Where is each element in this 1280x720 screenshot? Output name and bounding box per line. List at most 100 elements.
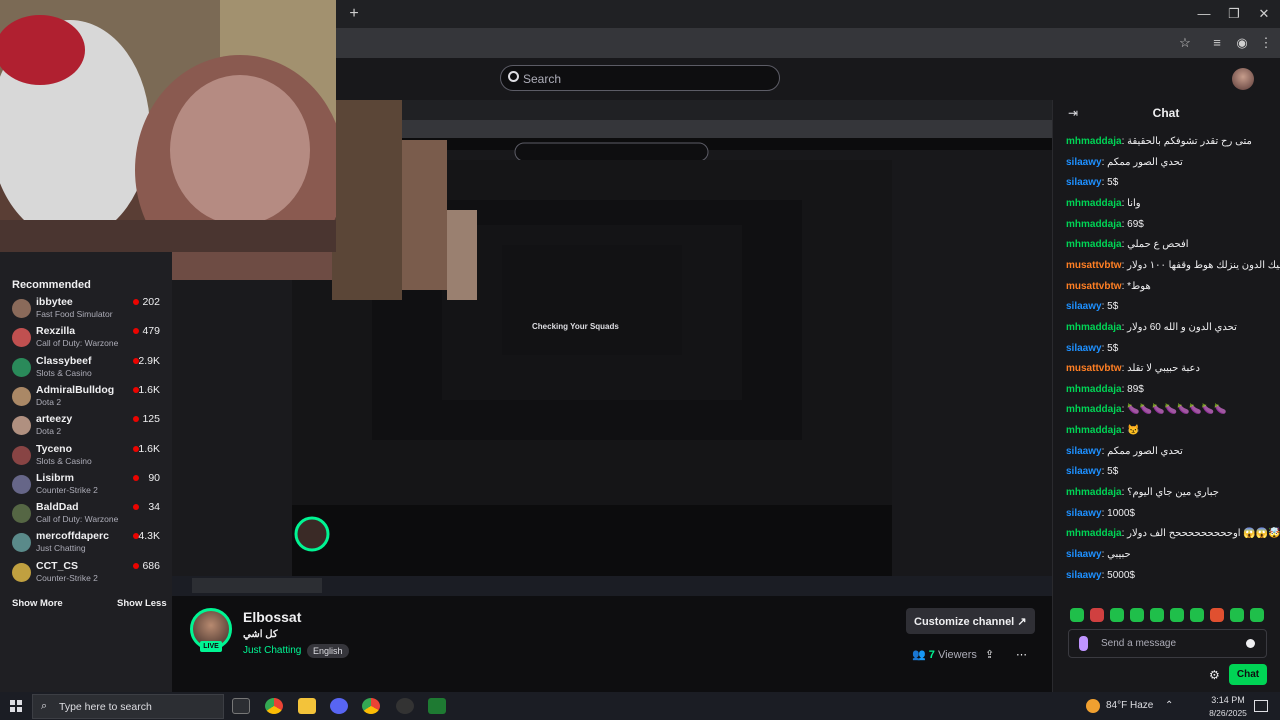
taskbar-search-input[interactable]: Type here to search [32,694,224,719]
chat-username[interactable]: silaawy [1066,157,1102,168]
chat-message: silaawy: 1000$ [1066,508,1271,520]
live-indicator [133,328,139,335]
channel-viewers: 202 [142,296,160,308]
channel-avatar [12,357,31,377]
gear-icon[interactable]: ⚙ [1209,668,1220,682]
emote-icon[interactable] [1170,608,1184,622]
sidebar-channel-item[interactable]: CCT_CS Counter-Strike 2 686 [8,560,168,586]
show-less-button[interactable]: Show Less [117,598,167,609]
browser-menu-icon[interactable]: ⋮ [1256,34,1276,52]
emote-icon[interactable] [1150,608,1164,622]
obs-icon[interactable] [396,698,414,714]
stream-title: كل اشي [243,629,278,640]
chat-username[interactable]: mhmaddaja [1066,384,1122,395]
bookmark-star-icon[interactable]: ☆ [1175,34,1195,52]
kick-app-icon[interactable] [428,698,446,714]
channel-viewers: 90 [148,471,160,484]
chat-username[interactable]: mhmaddaja [1066,219,1122,230]
chat-username[interactable]: musattvbtw [1066,281,1122,292]
sidebar-channel-item[interactable]: AdmiralBulldog Dota 2 1.6K [8,384,168,410]
emote-icon[interactable] [1250,608,1264,622]
minimize-button[interactable]: — [1192,4,1216,24]
user-avatar[interactable] [1232,68,1254,90]
chat-username[interactable]: mhmaddaja [1066,239,1122,250]
sidebar-channel-item[interactable]: Tyceno Slots & Casino 1.6K [8,443,168,469]
emote-icon[interactable] [1210,608,1224,622]
send-chat-button[interactable]: Chat [1229,664,1267,685]
chat-username[interactable]: silaawy [1066,343,1102,354]
chat-username[interactable]: mhmaddaja [1066,136,1122,147]
channel-viewers: 479 [142,325,160,338]
share-icon[interactable]: ⇪ [985,648,994,661]
windows-start-icon[interactable] [10,700,22,712]
emote-icon[interactable] [1190,608,1204,622]
file-explorer-icon[interactable] [298,698,316,714]
sidebar-channel-item[interactable]: Rexzilla Call of Duty: Warzone 479 [8,325,168,351]
live-indicator [133,299,139,305]
chrome-active-icon[interactable] [362,698,380,714]
new-tab-button[interactable]: + [345,4,363,24]
emote-icon[interactable] [1090,608,1104,622]
chat-username[interactable]: mhmaddaja [1066,198,1122,209]
chat-username[interactable]: musattvbtw [1066,260,1122,271]
chat-username[interactable]: mhmaddaja [1066,528,1122,539]
chat-username[interactable]: silaawy [1066,301,1102,312]
emoji-picker-icon[interactable] [1246,639,1255,648]
chat-message: silaawy: تحدي الصور ممكم [1066,157,1271,169]
channel-name: CCT_CS [36,559,79,572]
channel-game: Slots & Casino [36,367,92,378]
channel-game: Fast Food Simulator [36,309,113,319]
chat-username[interactable]: mhmaddaja [1066,322,1122,333]
emote-icon[interactable] [1070,608,1084,622]
task-view-icon[interactable] [232,698,250,714]
notification-icon[interactable] [1254,700,1268,712]
profile-icon[interactable]: ◉ [1232,34,1252,52]
language-tag[interactable]: English [307,644,349,658]
customize-channel-button[interactable]: Customize channel ↗ [906,608,1035,634]
chat-username[interactable]: silaawy [1066,177,1102,188]
external-link-icon: ↗ [1017,616,1027,628]
restore-button[interactable]: ❐ [1222,4,1246,24]
sidebar-channel-item[interactable]: Classybeef Slots & Casino 2.9K [8,355,168,381]
chat-username[interactable]: silaawy [1066,446,1102,457]
chat-message-input[interactable]: Send a message [1068,629,1267,658]
emote-icon[interactable] [1230,608,1244,622]
chat-username[interactable]: mhmaddaja [1066,425,1122,436]
sidebar-channel-item[interactable]: ibbytee Fast Food Simulator 202 [8,296,168,322]
chat-message: mhmaddaja: تحدي الدون و الله 60 دولار [1066,322,1271,334]
chat-username[interactable]: silaawy [1066,549,1102,560]
emote-icon[interactable] [1130,608,1144,622]
chat-username[interactable]: silaawy [1066,570,1102,581]
chrome-icon[interactable] [265,698,283,714]
weather-text[interactable]: 84°F Haze [1106,700,1153,711]
channel-viewers: 686 [142,559,160,572]
microphone-icon[interactable] [1079,636,1088,651]
sidebar-channel-item[interactable]: BaldDad Call of Duty: Warzone 34 [8,501,168,527]
channel-avatar [12,299,31,318]
emote-icon[interactable] [1110,608,1124,622]
taskbar-time[interactable]: 3:14 PM [1203,695,1253,705]
chevron-up-icon[interactable]: ⌃ [1165,700,1173,711]
search-input[interactable]: Search [500,65,780,91]
chat-username[interactable]: silaawy [1066,466,1102,477]
taskbar-date[interactable]: 8/26/2025 [1203,708,1253,718]
sidebar-channel-item[interactable]: mercoffdaperc Just Chatting 4.3K [8,530,168,556]
chat-username[interactable]: mhmaddaja [1066,404,1122,415]
chat-username[interactable]: mhmaddaja [1066,487,1122,498]
streamer-name[interactable]: Elbossat [243,609,301,625]
sidebar-channel-item[interactable]: arteezy Dota 2 125 [8,413,168,439]
chat-username[interactable]: musattvbtw [1066,363,1122,374]
media-controls-icon[interactable]: ≡ [1207,34,1227,52]
chat-username[interactable]: silaawy [1066,508,1102,519]
chat-message: silaawy: 5$ [1066,466,1271,478]
discord-icon[interactable] [330,698,348,714]
close-window-button[interactable]: ✕ [1252,4,1276,24]
show-more-button[interactable]: Show More [12,598,63,609]
sidebar-channel-item[interactable]: Lisibrm Counter-Strike 2 90 [8,472,168,498]
channel-viewers: 125 [142,413,160,426]
more-options-icon[interactable]: ⋯ [1016,648,1027,661]
chat-text: حبيبي [1107,549,1131,560]
stream-category[interactable]: Just Chatting [243,645,301,656]
chat-text: 89$ [1127,383,1144,395]
chat-message: musattvbtw: *هوط [1066,281,1271,293]
